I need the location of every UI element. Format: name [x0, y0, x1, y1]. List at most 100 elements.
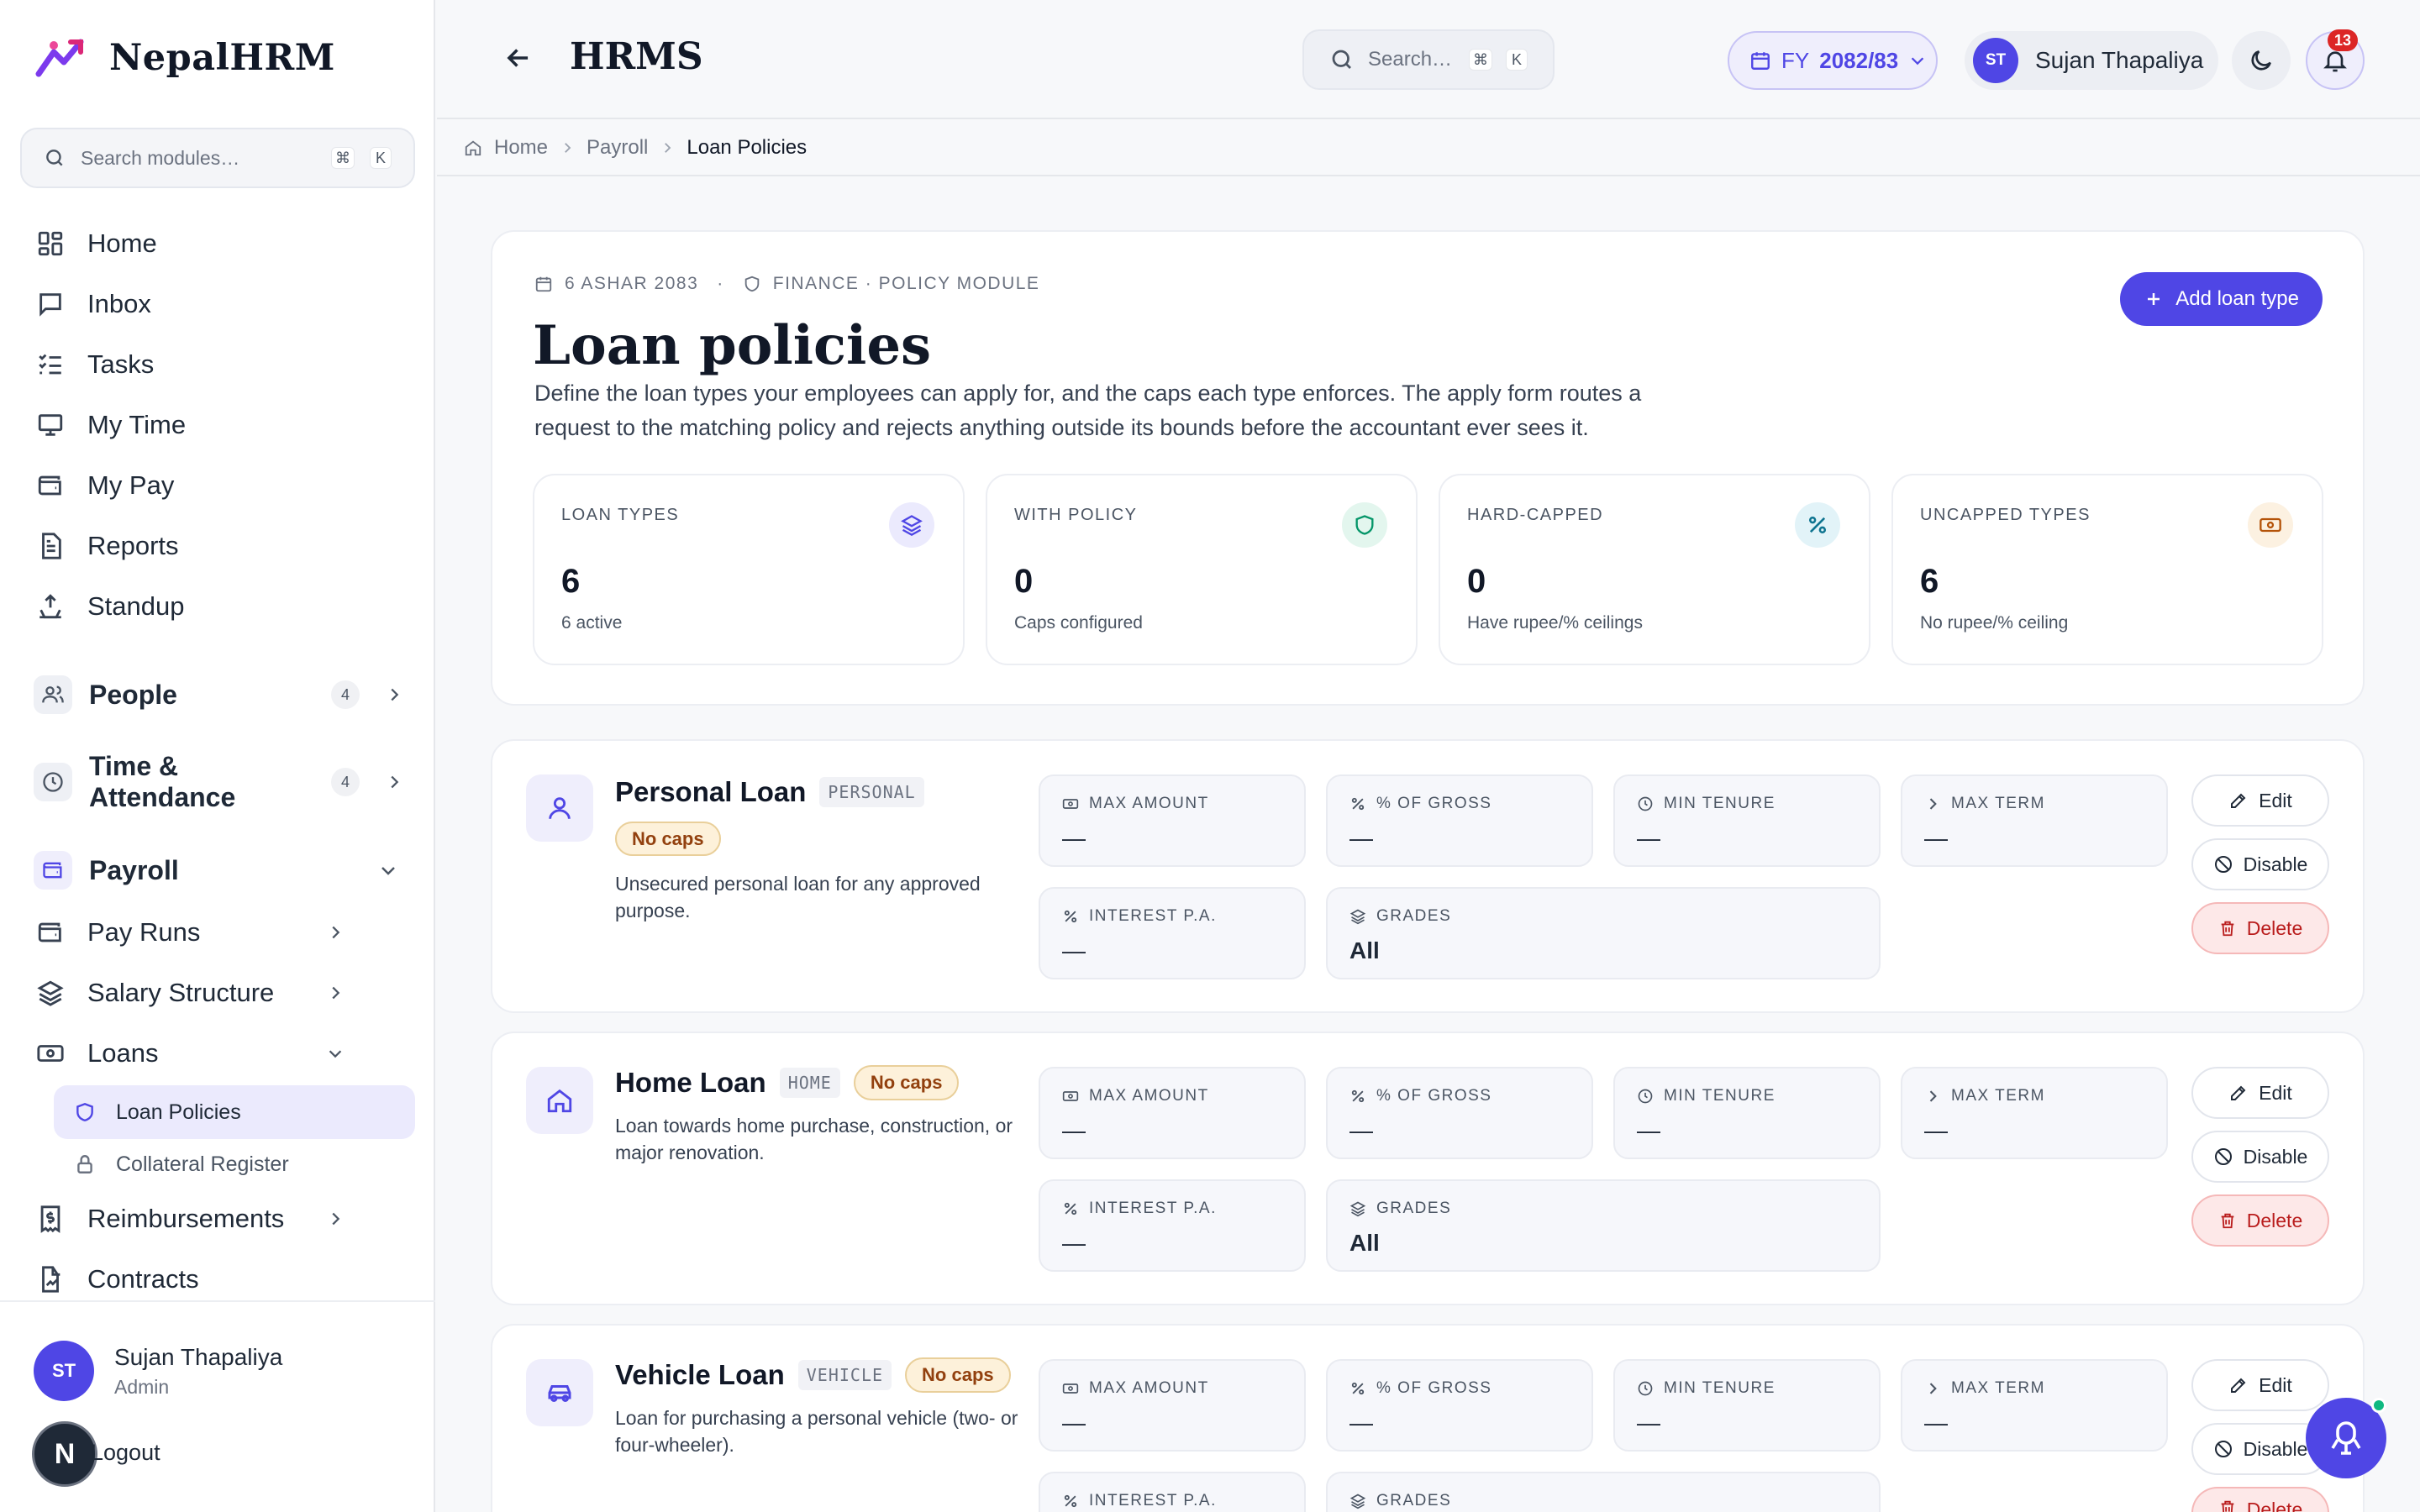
- header-meta: 6 ASHAR 2083 · FINANCE · POLICY MODULE: [534, 274, 1039, 294]
- nav-reports[interactable]: Reports: [34, 529, 179, 563]
- field-label: MAX TERM: [1951, 1087, 2045, 1105]
- stat-card-loan-types: LOAN TYPES 6 6 active: [533, 474, 965, 665]
- nav-group-time-attendance[interactable]: Time & Attendance 4: [34, 751, 403, 812]
- loan-code: HOME: [779, 1068, 840, 1098]
- chevron-right-icon: [385, 773, 403, 791]
- chevron-right-icon: [326, 1210, 345, 1228]
- fiscal-year-select[interactable]: FY 2082/83: [1728, 31, 1938, 90]
- delete-button[interactable]: Delete: [2191, 1194, 2329, 1247]
- online-indicator: [2371, 1398, 2386, 1413]
- delete-button[interactable]: Delete: [2191, 902, 2329, 954]
- percent-icon: [1349, 795, 1366, 812]
- delete-button[interactable]: Delete: [2191, 1487, 2329, 1512]
- banknote-icon: [2248, 502, 2293, 548]
- stat-card-hard-capped: HARD-CAPPED 0 Have rupee/% ceilings: [1439, 474, 1870, 665]
- nav-label: Inbox: [87, 289, 151, 318]
- shield-icon: [1342, 502, 1387, 548]
- field-value: —: [1349, 825, 1373, 851]
- notification-count-badge: 13: [2328, 29, 2358, 51]
- nav-collateral-register[interactable]: Collateral Register: [54, 1137, 415, 1191]
- nav-home[interactable]: Home: [34, 227, 157, 260]
- section-description: Define the loan types your employees can…: [534, 381, 1642, 440]
- disable-button[interactable]: Disable: [2191, 1131, 2329, 1183]
- loan-title-row: Vehicle Loan VEHICLE No caps: [615, 1357, 1018, 1393]
- pencil-icon: [2228, 1083, 2249, 1103]
- wallet-icon: [34, 469, 67, 502]
- delete-label: Delete: [2246, 916, 2303, 939]
- logout-button[interactable]: Logout: [91, 1440, 160, 1466]
- edit-button[interactable]: Edit: [2191, 1359, 2329, 1411]
- add-loan-type-button[interactable]: Add loan type: [2120, 272, 2323, 326]
- nav-loan-policies[interactable]: Loan Policies: [54, 1085, 415, 1139]
- stat-value: 0: [1014, 563, 1034, 600]
- no-caps-badge: No caps: [615, 822, 721, 856]
- field-label: INTEREST P.A.: [1089, 1200, 1217, 1217]
- nav-standup[interactable]: Standup: [34, 590, 185, 623]
- field-min-tenure: MIN TENURE —: [1613, 774, 1881, 867]
- field-value: —: [1924, 1117, 1948, 1143]
- ban-icon: [2213, 1147, 2233, 1167]
- user-menu[interactable]: ST Sujan Thapaliya: [1965, 31, 2218, 90]
- loan-card-vehicle: Vehicle Loan VEHICLE No caps Loan for pu…: [491, 1324, 2365, 1512]
- ban-icon: [2213, 1439, 2233, 1459]
- breadcrumb-home[interactable]: Home: [494, 136, 548, 160]
- stat-label: WITH POLICY: [1014, 506, 1138, 524]
- moon-icon: [2248, 47, 2275, 74]
- nav-label: Loans: [87, 1038, 159, 1068]
- nav-label: Loan Policies: [116, 1100, 241, 1124]
- nav-inbox[interactable]: Inbox: [34, 287, 151, 321]
- banknote-icon: [34, 1037, 67, 1070]
- stat-value: 6: [561, 563, 581, 600]
- brand-logo[interactable]: NepalHRM: [34, 37, 335, 79]
- module-search-input[interactable]: Search modules… ⌘ K: [20, 128, 415, 188]
- field-value: —: [1924, 1410, 1948, 1436]
- nav-my-time[interactable]: My Time: [34, 408, 186, 442]
- shortcut-key-k: K: [1506, 49, 1528, 71]
- avatar[interactable]: ST: [34, 1341, 94, 1401]
- theme-toggle-button[interactable]: [2232, 31, 2291, 90]
- field-value: —: [1349, 1117, 1373, 1143]
- chevron-right-icon: [326, 923, 345, 942]
- field-label: % OF GROSS: [1376, 1379, 1492, 1397]
- field-max-term: MAX TERM —: [1901, 1067, 2168, 1159]
- field-value: All: [1349, 937, 1380, 963]
- percent-icon: [1062, 908, 1079, 925]
- loan-card-home: Home Loan HOME No caps Loan towards home…: [491, 1032, 2365, 1305]
- chevron-down-icon: [378, 860, 398, 880]
- nav-group-people[interactable]: People 4: [34, 669, 403, 720]
- field-value: —: [1062, 825, 1086, 851]
- dev-badge[interactable]: N: [32, 1421, 97, 1487]
- field-label: GRADES: [1376, 1492, 1452, 1509]
- breadcrumb-payroll[interactable]: Payroll: [587, 136, 648, 160]
- notifications-button[interactable]: 13: [2306, 29, 2365, 90]
- field-max-term: MAX TERM —: [1901, 1359, 2168, 1452]
- assistant-fab-button[interactable]: [2306, 1398, 2386, 1478]
- back-arrow-icon[interactable]: [502, 42, 534, 74]
- stat-value: 6: [1920, 563, 1939, 600]
- pencil-icon: [2228, 790, 2249, 811]
- policy-header-card: 6 ASHAR 2083 · FINANCE · POLICY MODULE L…: [491, 230, 2365, 706]
- nav-tasks[interactable]: Tasks: [34, 348, 154, 381]
- edit-button[interactable]: Edit: [2191, 1067, 2329, 1119]
- wallet-icon: [34, 916, 67, 949]
- monitor-icon: [34, 408, 67, 442]
- stat-subtext: Caps configured: [1014, 613, 1143, 633]
- nav-group-payroll[interactable]: Payroll: [34, 845, 403, 895]
- nav-pay-runs[interactable]: Pay Runs: [34, 916, 345, 949]
- top-bar: HRMS Search… ⌘ K FY 2082/83 ST Sujan Tha…: [437, 0, 2420, 119]
- edit-button[interactable]: Edit: [2191, 774, 2329, 827]
- nav-contracts[interactable]: Contracts: [34, 1263, 199, 1296]
- stat-label: HARD-CAPPED: [1467, 506, 1604, 524]
- disable-button[interactable]: Disable: [2191, 838, 2329, 890]
- nav-salary-structure[interactable]: Salary Structure: [34, 976, 345, 1010]
- stat-card-with-policy: WITH POLICY 0 Caps configured: [986, 474, 1418, 665]
- nav-loans[interactable]: Loans: [34, 1037, 345, 1070]
- nav-my-pay[interactable]: My Pay: [34, 469, 174, 502]
- nav-label: Collateral Register: [116, 1152, 289, 1176]
- percent-icon: [1349, 1380, 1366, 1397]
- global-search-input[interactable]: Search… ⌘ K: [1302, 29, 1555, 90]
- field-max-amount: MAX AMOUNT —: [1039, 1359, 1306, 1452]
- brand-name: NepalHRM: [109, 37, 335, 79]
- file-signature-icon: [34, 1263, 67, 1296]
- nav-reimbursements[interactable]: Reimbursements: [34, 1202, 345, 1236]
